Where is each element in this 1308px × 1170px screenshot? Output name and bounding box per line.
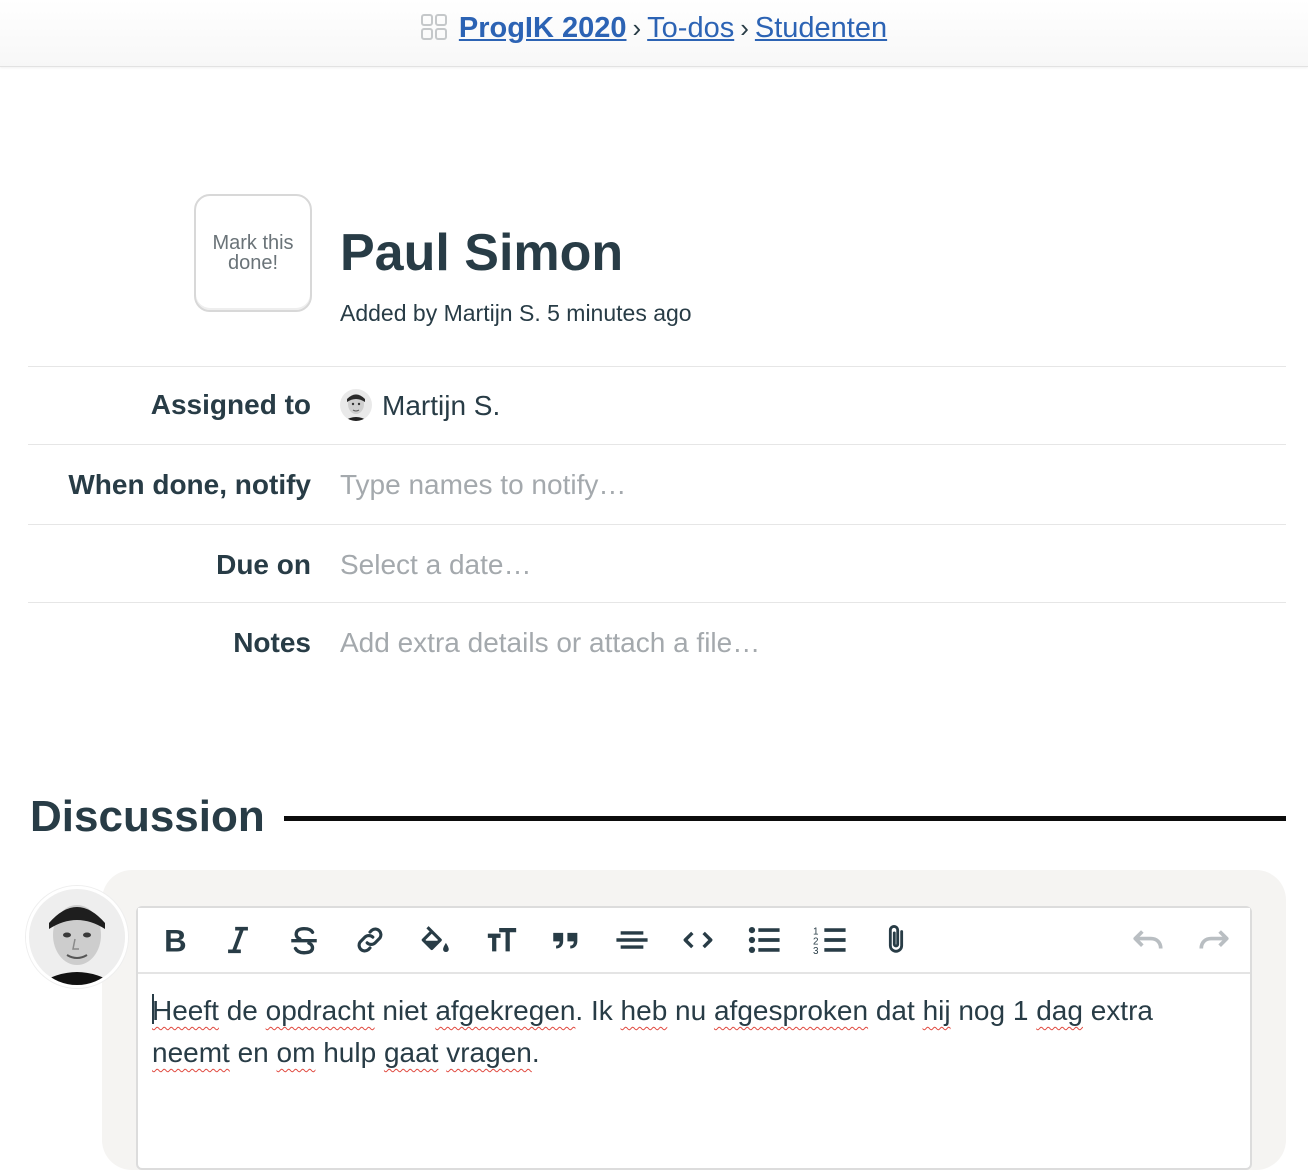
attach-icon[interactable] bbox=[876, 920, 916, 960]
todo-title[interactable]: Paul Simon bbox=[340, 222, 623, 284]
misspelled-word: Heeft bbox=[152, 995, 219, 1026]
editor-word: niet bbox=[374, 995, 436, 1026]
notes-label: Notes bbox=[233, 627, 311, 658]
strikethrough-icon[interactable] bbox=[284, 920, 324, 960]
assigned-row: Assigned to Martijn S. bbox=[28, 366, 1286, 445]
assignee-name: Martijn S. bbox=[382, 390, 501, 421]
discussion-heading: Discussion bbox=[30, 792, 265, 841]
breadcrumb-separator: › bbox=[632, 13, 642, 43]
top-bar: ProgIK 2020 › To-dos › Studenten bbox=[0, 0, 1308, 67]
link-icon[interactable] bbox=[350, 920, 390, 960]
comment-text-area[interactable]: Heeft de opdracht niet afgekregen. Ik he… bbox=[152, 990, 1232, 1074]
due-date-input[interactable]: Select a date… bbox=[340, 549, 531, 581]
mark-done-label: Mark this done! bbox=[212, 232, 294, 274]
editor-word: de bbox=[218, 995, 266, 1026]
avatar bbox=[26, 886, 128, 988]
horizontal-rule-icon[interactable] bbox=[612, 920, 652, 960]
editor-word: hulp bbox=[315, 1037, 384, 1068]
notify-label: When done, notify bbox=[68, 469, 311, 500]
due-label: Due on bbox=[216, 549, 311, 580]
misspelled-word: neemt bbox=[152, 1037, 230, 1068]
misspelled-word: vragen bbox=[446, 1037, 532, 1068]
editor-word: nog 1 bbox=[950, 995, 1037, 1026]
misspelled-word: om bbox=[276, 1037, 316, 1068]
misspelled-word: afgekregen bbox=[435, 995, 576, 1026]
todo-byline: Added by Martijn S. 5 minutes ago bbox=[340, 300, 692, 326]
bullet-list-icon[interactable] bbox=[744, 920, 784, 960]
editor-word: nu bbox=[667, 995, 714, 1026]
svg-text:3: 3 bbox=[813, 946, 819, 957]
numbered-list-icon[interactable]: 123 bbox=[810, 920, 850, 960]
editor-word: . bbox=[531, 1037, 540, 1068]
misspelled-word: hij bbox=[922, 995, 951, 1026]
editor-word: . Ik bbox=[575, 995, 621, 1026]
notify-input[interactable]: Type names to notify… bbox=[340, 469, 626, 501]
breadcrumb-list-link[interactable]: Studenten bbox=[755, 12, 887, 44]
redo-icon[interactable] bbox=[1194, 920, 1234, 960]
editor-toolbar: B 123 bbox=[138, 908, 1250, 974]
misspelled-word: gaat bbox=[383, 1037, 439, 1068]
svg-text:B: B bbox=[164, 923, 187, 957]
editor-word: en bbox=[229, 1037, 277, 1068]
misspelled-word: opdracht bbox=[265, 995, 375, 1026]
notes-row: Notes Add extra details or attach a file… bbox=[28, 602, 1286, 683]
code-icon[interactable] bbox=[678, 920, 718, 960]
discussion-divider bbox=[284, 816, 1286, 821]
notes-input[interactable]: Add extra details or attach a file… bbox=[340, 627, 760, 659]
assigned-label: Assigned to bbox=[150, 389, 311, 420]
text-size-icon[interactable] bbox=[482, 920, 522, 960]
highlight-icon[interactable] bbox=[416, 920, 456, 960]
breadcrumb: ProgIK 2020 › To-dos › Studenten bbox=[0, 10, 1308, 46]
misspelled-word: dag bbox=[1036, 995, 1083, 1026]
grid-icon[interactable] bbox=[420, 13, 447, 40]
italic-icon[interactable] bbox=[218, 920, 258, 960]
breadcrumb-todos-link[interactable]: To-dos bbox=[647, 12, 734, 44]
due-row: Due on Select a date… bbox=[28, 524, 1286, 603]
breadcrumb-separator: › bbox=[740, 13, 749, 43]
quote-icon[interactable] bbox=[546, 920, 586, 960]
bold-icon[interactable]: B bbox=[154, 920, 194, 960]
mark-done-checkbox[interactable]: Mark this done! bbox=[194, 194, 312, 312]
comment-editor: B 123 Heeft de opdracht niet afgekregen.… bbox=[136, 906, 1252, 1170]
notify-row: When done, notify Type names to notify… bbox=[28, 444, 1286, 525]
breadcrumb-project-link[interactable]: ProgIK 2020 bbox=[459, 12, 627, 44]
assigned-field[interactable]: Martijn S. bbox=[340, 389, 500, 422]
editor-word: dat bbox=[868, 995, 923, 1026]
undo-icon[interactable] bbox=[1128, 920, 1168, 960]
avatar bbox=[340, 389, 372, 421]
misspelled-word: heb bbox=[620, 995, 668, 1026]
editor-word: extra bbox=[1082, 995, 1153, 1026]
misspelled-word: afgesproken bbox=[713, 995, 869, 1026]
